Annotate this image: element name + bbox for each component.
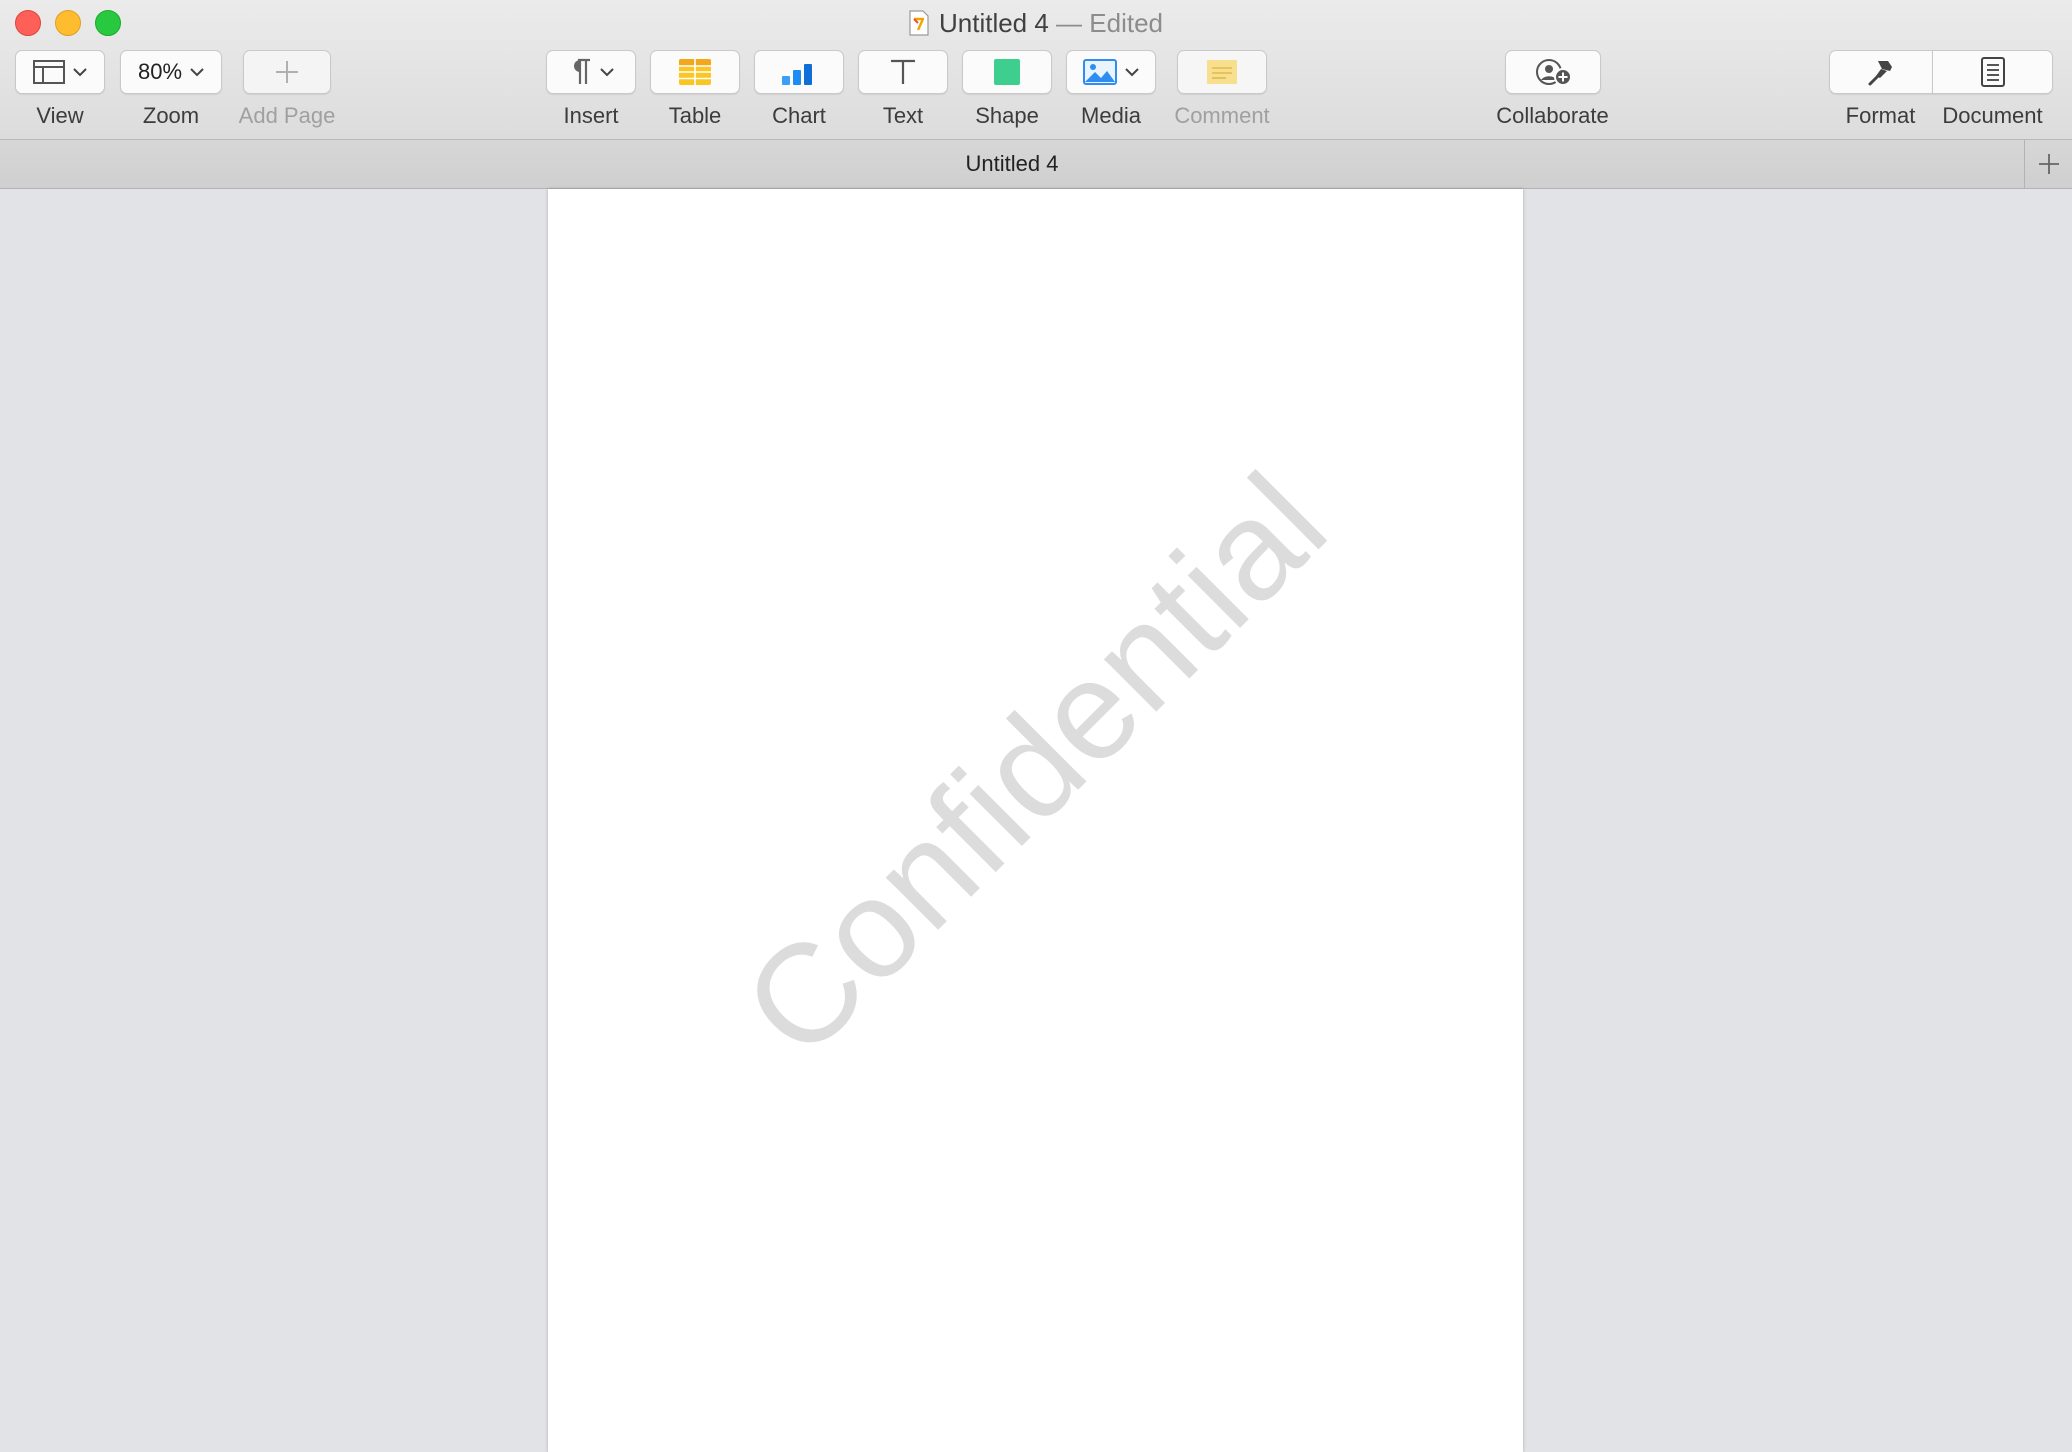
edited-indicator: — Edited bbox=[1048, 8, 1163, 38]
format-brush-icon bbox=[1868, 61, 1892, 86]
zoom-label: Zoom bbox=[142, 103, 200, 128]
chevron-down-icon bbox=[600, 68, 614, 77]
table-button[interactable] bbox=[650, 50, 740, 94]
document-button[interactable] bbox=[1932, 50, 2053, 94]
add-page-control: Add Page bbox=[232, 50, 342, 129]
text-label: Text bbox=[882, 103, 924, 128]
text-button[interactable] bbox=[858, 50, 948, 94]
new-tab-button[interactable] bbox=[2024, 140, 2072, 188]
insert-control: Insert bbox=[546, 50, 636, 129]
collaborate-label: Collaborate bbox=[1496, 103, 1609, 128]
view-button[interactable] bbox=[15, 50, 105, 94]
shape-button[interactable] bbox=[962, 50, 1052, 94]
media-icon bbox=[1083, 59, 1117, 85]
chevron-down-icon bbox=[73, 68, 87, 77]
comment-label: Comment bbox=[1174, 103, 1270, 128]
confidential-watermark: Confidential bbox=[713, 443, 1356, 1086]
pages-window: Untitled 4 — Edited View 80% Zoom Add Pa… bbox=[0, 0, 2072, 1452]
document-icon bbox=[1980, 57, 2005, 87]
zoom-button[interactable]: 80% bbox=[120, 50, 222, 94]
document-canvas[interactable]: Confidential bbox=[0, 189, 2072, 1452]
text-control: Text bbox=[858, 50, 948, 129]
zoom-control: 80% Zoom bbox=[120, 50, 222, 129]
add-page-button[interactable] bbox=[243, 50, 331, 94]
pages-document-icon bbox=[909, 10, 929, 36]
plus-icon bbox=[276, 61, 298, 83]
insert-button[interactable] bbox=[546, 50, 636, 94]
collaborate-icon bbox=[1535, 59, 1572, 86]
collaborate-control: Collaborate bbox=[1490, 50, 1615, 129]
document-label: Document bbox=[1942, 103, 2043, 128]
chevron-down-icon bbox=[1125, 68, 1139, 77]
shape-label: Shape bbox=[975, 103, 1039, 128]
titlebar-toolbar: Untitled 4 — Edited View 80% Zoom Add Pa… bbox=[0, 0, 2072, 140]
shape-icon bbox=[994, 59, 1020, 85]
insert-label: Insert bbox=[563, 103, 619, 128]
chart-control: Chart bbox=[754, 50, 844, 129]
comment-icon bbox=[1207, 60, 1237, 84]
view-label: View bbox=[36, 103, 84, 128]
tab-untitled-4[interactable]: Untitled 4 bbox=[0, 140, 2024, 188]
chevron-down-icon bbox=[190, 68, 204, 77]
comment-control: Comment bbox=[1170, 50, 1274, 129]
inspector-segment: Format Document bbox=[1829, 50, 2053, 129]
window-title: Untitled 4 — Edited bbox=[0, 5, 2072, 41]
table-label: Table bbox=[668, 103, 722, 128]
add-page-label: Add Page bbox=[238, 103, 336, 128]
table-control: Table bbox=[650, 50, 740, 129]
chart-label: Chart bbox=[772, 103, 826, 128]
media-button[interactable] bbox=[1066, 50, 1156, 94]
table-icon bbox=[679, 59, 711, 85]
format-button[interactable] bbox=[1829, 50, 1932, 94]
shape-control: Shape bbox=[962, 50, 1052, 129]
new-tab-plus-icon bbox=[2039, 154, 2059, 174]
chart-icon bbox=[782, 64, 812, 85]
format-label: Format bbox=[1845, 103, 1916, 128]
tab-bar: Untitled 4 bbox=[0, 140, 2072, 189]
collaborate-button[interactable] bbox=[1504, 50, 1601, 94]
paragraph-icon bbox=[574, 58, 590, 84]
chart-button[interactable] bbox=[754, 50, 844, 94]
media-control: Media bbox=[1066, 50, 1156, 129]
media-label: Media bbox=[1081, 103, 1141, 128]
document-page[interactable]: Confidential bbox=[548, 189, 1523, 1452]
view-layout-icon bbox=[33, 60, 65, 84]
view-control: View bbox=[15, 50, 105, 129]
text-icon bbox=[891, 59, 915, 84]
zoom-value: 80% bbox=[137, 59, 183, 84]
comment-button[interactable] bbox=[1177, 50, 1267, 94]
window-title-text: Untitled 4 bbox=[938, 8, 1049, 38]
